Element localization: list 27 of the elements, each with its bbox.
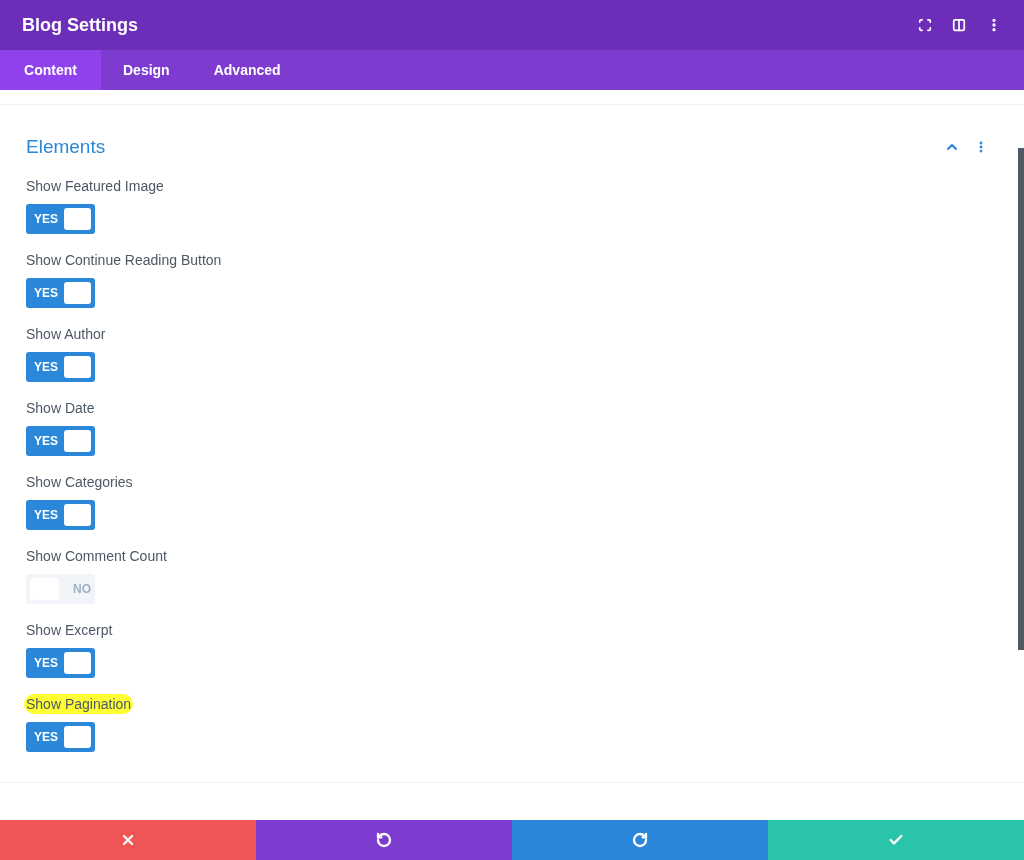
undo-icon [376,832,392,848]
setting-label: Show Continue Reading Button [26,250,222,270]
scrollbar[interactable] [1018,148,1024,650]
tab[interactable]: Design [101,50,192,90]
toggle-switch[interactable]: YES [26,351,95,382]
fullscreen-icon[interactable] [918,18,932,32]
setting-label: Show Author [26,324,106,344]
setting-label: Show Featured Image [26,176,164,196]
tab[interactable]: Content [0,50,101,90]
setting-label: Show Categories [26,472,133,492]
close-icon [120,832,136,848]
redo-icon [632,832,648,848]
section-title: Elements [26,135,107,159]
toggle-switch[interactable]: YES [26,277,95,308]
setting-label: Show Excerpt [26,620,113,640]
toggle-switch[interactable]: YES [26,425,95,456]
setting-label: Show Pagination [24,693,134,714]
toggle-switch[interactable]: YES [26,203,95,234]
window-title: Blog Settings [22,13,139,37]
setting-label: Show Date [26,398,95,418]
tab[interactable]: Advanced [191,50,303,90]
split-view-icon[interactable] [952,18,966,32]
toggle-switch[interactable]: YES [26,499,95,530]
toggle-switch[interactable]: YES [26,721,95,752]
toggle-switch[interactable]: NO [26,573,95,604]
toggle-switch[interactable]: YES [26,647,95,678]
setting-label: Show Comment Count [26,546,167,566]
